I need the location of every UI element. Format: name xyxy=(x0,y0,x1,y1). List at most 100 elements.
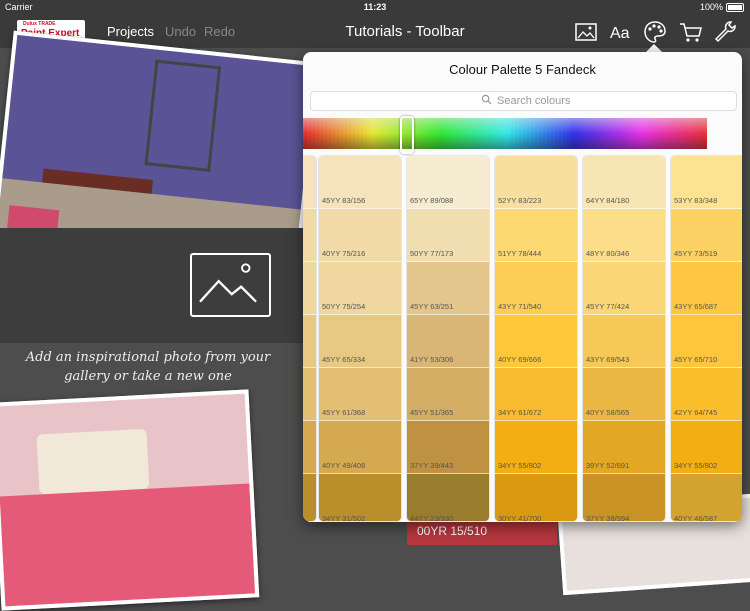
status-bar: Carrier 11:23 100% xyxy=(0,0,750,15)
search-placeholder: Search colours xyxy=(497,95,571,107)
battery-icon xyxy=(726,2,744,12)
text-icon[interactable]: Aa xyxy=(608,19,634,45)
colour-code-label: 42YY 64/745 xyxy=(674,408,718,417)
spectrum-hue-column xyxy=(703,118,707,149)
colour-swatch[interactable]: 42YY 64/745 xyxy=(671,368,742,421)
swatch-column: 45YY 83/156 40YY 75/216 50YY 75/254 45YY 65… xyxy=(318,155,402,522)
colour-code-label: 30YY 41/700 xyxy=(498,514,542,522)
colour-swatch[interactable]: 45YY 65/334 xyxy=(319,315,401,368)
colour-swatch[interactable]: 45YY 63/251 xyxy=(407,262,489,315)
battery-percent: 100% xyxy=(699,2,723,12)
swatch-column xyxy=(303,155,317,522)
colour-swatch[interactable]: 37YY 39/443 xyxy=(407,421,489,474)
colour-code-label: 45YY 61/368 xyxy=(322,408,366,417)
cart-icon[interactable] xyxy=(678,19,704,45)
colour-code-label: 34YY 55/802 xyxy=(498,461,542,470)
colour-swatch[interactable]: 43YY 69/543 xyxy=(583,315,665,368)
image-icon[interactable] xyxy=(573,19,599,45)
colour-code-label: 53YY 83/348 xyxy=(674,196,718,205)
swatch-column: 64YY 84/180 48YY 80/346 45YY 77/424 43YY 69… xyxy=(582,155,666,522)
battery-indicator: 100% xyxy=(700,2,744,12)
svg-text:Aa: Aa xyxy=(610,25,630,42)
colour-swatch[interactable]: 37YY 38/594 xyxy=(583,474,665,521)
colour-swatch[interactable]: 34YY 61/672 xyxy=(495,368,577,421)
colour-code-label: 45YY 83/156 xyxy=(322,196,366,205)
search-input[interactable]: Search colours xyxy=(310,91,737,111)
colour-swatch[interactable]: 50YY 75/254 xyxy=(319,262,401,315)
colour-swatch[interactable]: 45YY 77/424 xyxy=(583,262,665,315)
colour-swatch[interactable] xyxy=(303,209,316,262)
colour-code-label: 48YY 80/346 xyxy=(586,249,630,258)
colour-swatch-bar[interactable]: 00YR 15/510 xyxy=(407,519,557,545)
colour-swatch[interactable]: 45YY 73/519 xyxy=(671,209,742,262)
colour-swatch[interactable]: 52YY 83/223 xyxy=(495,156,577,209)
swatch-column: 65YY 89/088 50YY 77/173 45YY 63/251 41YY 53… xyxy=(406,155,490,522)
colour-code-label: 40YY 58/565 xyxy=(586,408,630,417)
colour-swatch[interactable]: 45YY 61/368 xyxy=(319,368,401,421)
colour-swatch[interactable] xyxy=(303,315,316,368)
colour-code-label: 39YY 52/691 xyxy=(586,461,630,470)
colour-code-label: 45YY 51/365 xyxy=(410,408,454,417)
colour-swatch[interactable] xyxy=(303,262,316,315)
swatch-column: 53YY 83/348 45YY 73/519 43YY 65/687 45YY 65… xyxy=(670,155,742,522)
colour-code-label: 34YY 55/802 xyxy=(674,461,718,470)
colour-swatch[interactable]: 30YY 41/700 xyxy=(495,474,577,522)
colour-code-label: 40YY 46/587 xyxy=(674,514,718,522)
colour-swatch[interactable] xyxy=(303,156,316,209)
colour-spectrum-slider[interactable] xyxy=(303,118,742,149)
colour-swatch[interactable]: 45YY 51/365 xyxy=(407,368,489,421)
colour-code-label: 51YY 78/444 xyxy=(498,249,542,258)
colour-code-label: 43YY 71/540 xyxy=(498,302,542,311)
room-photo-bedroom[interactable] xyxy=(0,389,260,611)
colour-code-label: 50YY 75/254 xyxy=(322,302,366,311)
colour-code-label: 34YY 61/672 xyxy=(498,408,542,417)
colour-swatch[interactable]: 53YY 83/348 xyxy=(671,156,742,209)
colour-swatch[interactable]: 64YY 84/180 xyxy=(583,156,665,209)
wrench-icon[interactable] xyxy=(712,19,738,45)
colour-swatch[interactable]: 40YY 69/666 xyxy=(495,315,577,368)
colour-swatch[interactable]: 51YY 78/444 xyxy=(495,209,577,262)
colour-swatch[interactable]: 43YY 71/540 xyxy=(495,262,577,315)
add-photo-icon[interactable] xyxy=(190,253,271,317)
colour-palette-popover: Colour Palette 5 Fandeck Search colours … xyxy=(303,52,742,522)
colour-swatch[interactable]: 48YY 80/346 xyxy=(583,209,665,262)
colour-swatch[interactable]: 44YY 23/330 xyxy=(407,474,489,522)
colour-swatch[interactable]: 34YY 55/802 xyxy=(671,421,742,474)
colour-swatch[interactable]: 41YY 53/306 xyxy=(407,315,489,368)
colour-swatch[interactable]: 40YY 75/216 xyxy=(319,209,401,262)
colour-swatch[interactable]: 43YY 65/687 xyxy=(671,262,742,315)
colour-code-label: 65YY 89/088 xyxy=(410,196,454,205)
clock: 11:23 xyxy=(363,2,387,12)
colour-code-label: 37YY 39/443 xyxy=(410,461,454,470)
photo-bed xyxy=(0,483,256,607)
colour-swatch[interactable]: 50YY 77/173 xyxy=(407,209,489,262)
swatch-column: 52YY 83/223 51YY 78/444 43YY 71/540 40YY 69… xyxy=(494,155,578,522)
colour-swatch[interactable] xyxy=(303,474,316,521)
colour-swatch[interactable]: 65YY 89/088 xyxy=(407,156,489,209)
colour-swatch[interactable] xyxy=(303,421,316,474)
colour-code-label: 45YY 63/251 xyxy=(410,302,454,311)
colour-code-label: 34YY 31/502 xyxy=(322,514,366,522)
colour-swatch[interactable]: 45YY 65/710 xyxy=(671,315,742,368)
colour-code-label: 43YY 65/687 xyxy=(674,302,718,311)
colour-code-label: 45YY 65/710 xyxy=(674,355,718,364)
colour-code-label: 40YY 69/666 xyxy=(498,355,542,364)
colour-swatch[interactable]: 34YY 31/502 xyxy=(319,474,401,522)
colour-swatch[interactable]: 40YY 49/408 xyxy=(319,421,401,474)
spectrum-slider-handle[interactable] xyxy=(400,116,414,154)
colour-swatch[interactable]: 34YY 55/802 xyxy=(495,421,577,474)
colour-swatch[interactable] xyxy=(303,368,316,421)
colour-swatch[interactable]: 40YY 46/587 xyxy=(671,474,742,522)
colour-swatch[interactable]: 40YY 58/565 xyxy=(583,368,665,421)
palette-icon[interactable] xyxy=(642,19,668,45)
search-icon xyxy=(481,94,492,108)
colour-code-label: 45YY 65/334 xyxy=(322,355,366,364)
colour-swatch[interactable]: 39YY 52/691 xyxy=(583,421,665,474)
photo-window xyxy=(144,59,222,172)
spectrum-strip xyxy=(303,118,707,149)
colour-swatch-code: 00YR 15/510 xyxy=(417,524,488,538)
colour-swatch[interactable]: 45YY 83/156 xyxy=(319,156,401,209)
colour-code-label: 40YY 75/216 xyxy=(322,249,366,258)
colour-code-label: 44YY 23/330 xyxy=(410,514,454,522)
page-title: Tutorials - Toolbar xyxy=(345,23,465,40)
